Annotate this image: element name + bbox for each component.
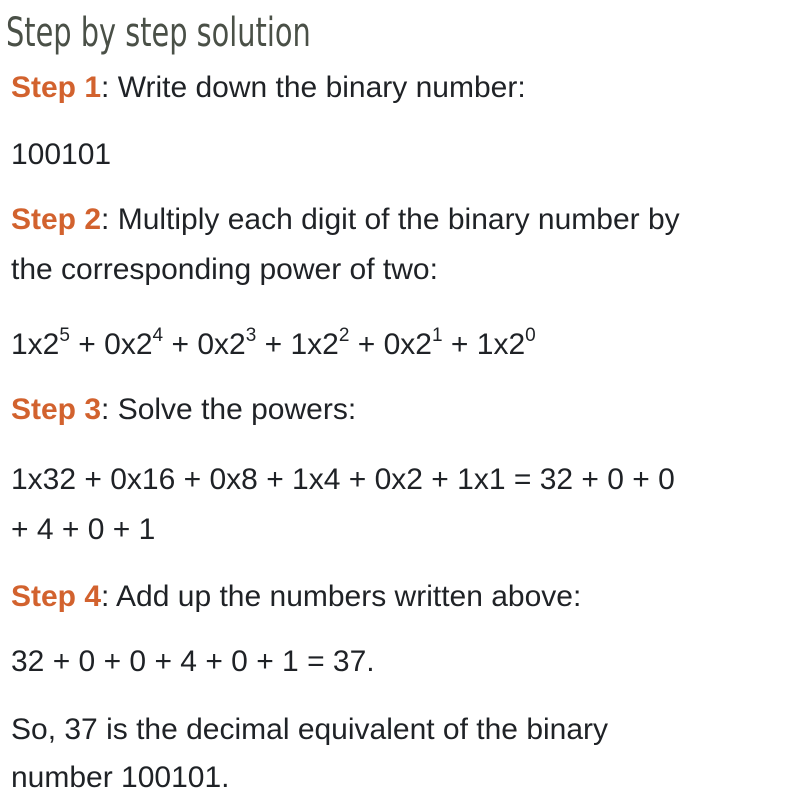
term: 1x20 [476,325,536,361]
term: 1x25 + [11,325,105,361]
powers-expression: 1x25 + 0x24 + 0x23 + 1x22 + 0x21 + 1x20 [11,320,536,370]
step-text: : Solve the powers: [101,393,357,426]
step-2-continued: the corresponding power of two: [11,253,438,286]
step-4: Step 4: Add up the numbers written above… [11,572,581,622]
step-text: : Write down the binary number: [101,71,526,104]
step-1: Step 1: Write down the binary number: [11,63,526,113]
solved-powers: 1x32 + 0x16 + 0x8 + 1x4 + 0x2 + 1x1 = 32… [11,463,675,496]
conclusion: So, 37 is the decimal equivalent of the … [11,713,609,746]
solved-powers-continued: + 4 + 0 + 1 [11,513,156,546]
step-2: Step 2: Multiply each digit of the binar… [11,195,680,245]
term: 1x22 + [290,325,384,361]
term: 0x23 + [197,325,291,361]
step-label: Step 4 [11,580,102,613]
conclusion-continued: number 100101. [11,761,230,794]
page-title: Step by step solution [6,10,311,56]
step-label: Step 1 [11,71,102,104]
step-text: : Add up the numbers written above: [101,580,582,613]
step-text: : Multiply each digit of the binary numb… [101,203,680,236]
sum-line: 32 + 0 + 0 + 4 + 0 + 1 = 37. [11,645,375,678]
binary-number: 100101 [11,138,112,171]
step-label: Step 2 [11,203,102,236]
term: 0x21 + [383,325,477,361]
term: 0x24 + [104,325,198,361]
step-label: Step 3 [11,393,102,426]
step-3: Step 3: Solve the powers: [11,385,356,435]
